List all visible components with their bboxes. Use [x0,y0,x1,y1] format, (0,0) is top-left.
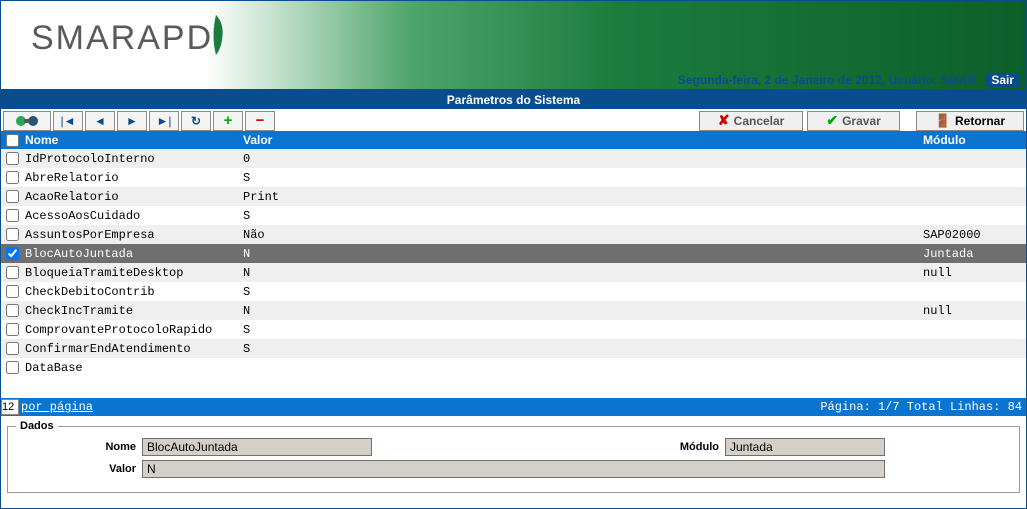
logo: SMARAPD [31,19,213,58]
return-icon: 🚪 [935,113,951,129]
status-line: Segunda-feira, 2 de Janeiro de 2012, Usu… [678,73,1020,87]
last-button[interactable]: ►| [149,111,179,131]
cell-valor: S [241,285,921,299]
refresh-button[interactable]: ↻ [181,111,211,131]
table-row[interactable]: AssuntosPorEmpresaNãoSAP02000 [1,225,1026,244]
select-all-checkbox[interactable] [6,134,19,147]
form-legend: Dados [16,420,58,432]
table-row[interactable]: ConfirmarEndAtendimentoS [1,339,1026,358]
cell-valor: Print [241,190,921,204]
cell-valor: 0 [241,152,921,166]
cell-valor: S [241,209,921,223]
row-checkbox[interactable] [6,228,19,241]
row-checkbox[interactable] [6,361,19,374]
horizontal-scrollbar[interactable] [1,381,1026,398]
field-valor[interactable] [142,460,885,478]
grid-header: Nome Valor Módulo [1,131,1026,149]
grid-body: IdProtocoloInterno0AbreRelatorioSAcaoRel… [1,149,1026,377]
table-row[interactable]: DataBase [1,358,1026,377]
next-button[interactable]: ► [117,111,147,131]
row-checkbox[interactable] [6,323,19,336]
table-row[interactable]: AbreRelatorioS [1,168,1026,187]
cell-modulo: null [921,304,1026,318]
cell-nome: CheckIncTramite [23,304,241,318]
label-nome: Nome [16,441,136,453]
status-text: Segunda-feira, 2 de Janeiro de 2012, Usu… [678,73,976,87]
table-row[interactable]: AcessoAosCuidadoS [1,206,1026,225]
cell-nome: AcessoAosCuidado [23,209,241,223]
remove-button[interactable]: − [245,111,275,131]
cell-modulo: null [921,266,1026,280]
search-button[interactable] [3,111,51,131]
cell-modulo: SAP02000 [921,228,1026,242]
cell-nome: AbreRelatorio [23,171,241,185]
per-page-input[interactable] [1,399,19,415]
return-label: Retornar [955,114,1005,128]
cell-valor: S [241,171,921,185]
cell-nome: AcaoRelatorio [23,190,241,204]
app-header: SMARAPD Segunda-feira, 2 de Janeiro de 2… [1,1,1026,91]
row-checkbox[interactable] [6,304,19,317]
table-row[interactable]: AcaoRelatorioPrint [1,187,1026,206]
exit-button[interactable]: Sair [985,73,1020,87]
table-row[interactable]: BlocAutoJuntadaNJuntada [1,244,1026,263]
window-title: Parâmetros do Sistema [1,91,1026,109]
per-page-label[interactable]: por página [21,400,93,414]
row-checkbox[interactable] [6,171,19,184]
row-checkbox[interactable] [6,152,19,165]
cancel-button[interactable]: ✘ Cancelar [699,111,803,131]
toolbar: |◄ ◄ ► ►| ↻ + − ✘ Cancelar ✔ Gravar 🚪 Re… [1,109,1026,131]
row-checkbox[interactable] [6,247,19,260]
cell-nome: ComprovanteProtocoloRapido [23,323,241,337]
cell-valor: S [241,342,921,356]
cell-valor: S [241,323,921,337]
cancel-icon: ✘ [718,112,730,129]
table-row[interactable]: CheckDebitoContribS [1,282,1026,301]
page-info: Página: 1/7 Total Linhas: 84 [820,400,1022,414]
col-header-nome[interactable]: Nome [23,131,241,149]
field-modulo[interactable] [725,438,885,456]
row-checkbox[interactable] [6,190,19,203]
cell-nome: AssuntosPorEmpresa [23,228,241,242]
logo-text: SMARAPD [31,19,213,58]
cell-nome: DataBase [23,361,241,375]
cell-modulo: Juntada [921,247,1026,261]
col-header-valor[interactable]: Valor [241,131,921,149]
cell-nome: CheckDebitoContrib [23,285,241,299]
save-button[interactable]: ✔ Gravar [807,111,899,131]
cell-valor: N [241,304,921,318]
form-dados: Dados Nome Módulo Valor [7,420,1020,493]
cell-valor: N [241,247,921,261]
col-header-modulo[interactable]: Módulo [921,131,1026,149]
field-nome[interactable] [142,438,372,456]
first-button[interactable]: |◄ [53,111,83,131]
binoculars-icon [13,114,41,128]
cell-nome: BlocAutoJuntada [23,247,241,261]
prev-button[interactable]: ◄ [85,111,115,131]
return-button[interactable]: 🚪 Retornar [916,111,1024,131]
row-checkbox[interactable] [6,285,19,298]
row-checkbox[interactable] [6,266,19,279]
leaf-icon [201,5,231,58]
table-row[interactable]: IdProtocoloInterno0 [1,149,1026,168]
pager: por página Página: 1/7 Total Linhas: 84 [1,398,1026,416]
save-icon: ✔ [826,112,838,129]
row-checkbox[interactable] [6,209,19,222]
cell-nome: BloqueiaTramiteDesktop [23,266,241,280]
cell-valor: Não [241,228,921,242]
table-row[interactable]: BloqueiaTramiteDesktopNnull [1,263,1026,282]
row-checkbox[interactable] [6,342,19,355]
cell-nome: ConfirmarEndAtendimento [23,342,241,356]
table-row[interactable]: ComprovanteProtocoloRapidoS [1,320,1026,339]
label-valor: Valor [16,463,136,475]
add-button[interactable]: + [213,111,243,131]
cell-nome: IdProtocoloInterno [23,152,241,166]
cancel-label: Cancelar [734,114,785,128]
table-row[interactable]: CheckIncTramiteNnull [1,301,1026,320]
cell-valor: N [241,266,921,280]
label-modulo: Módulo [669,441,719,453]
save-label: Gravar [842,114,881,128]
